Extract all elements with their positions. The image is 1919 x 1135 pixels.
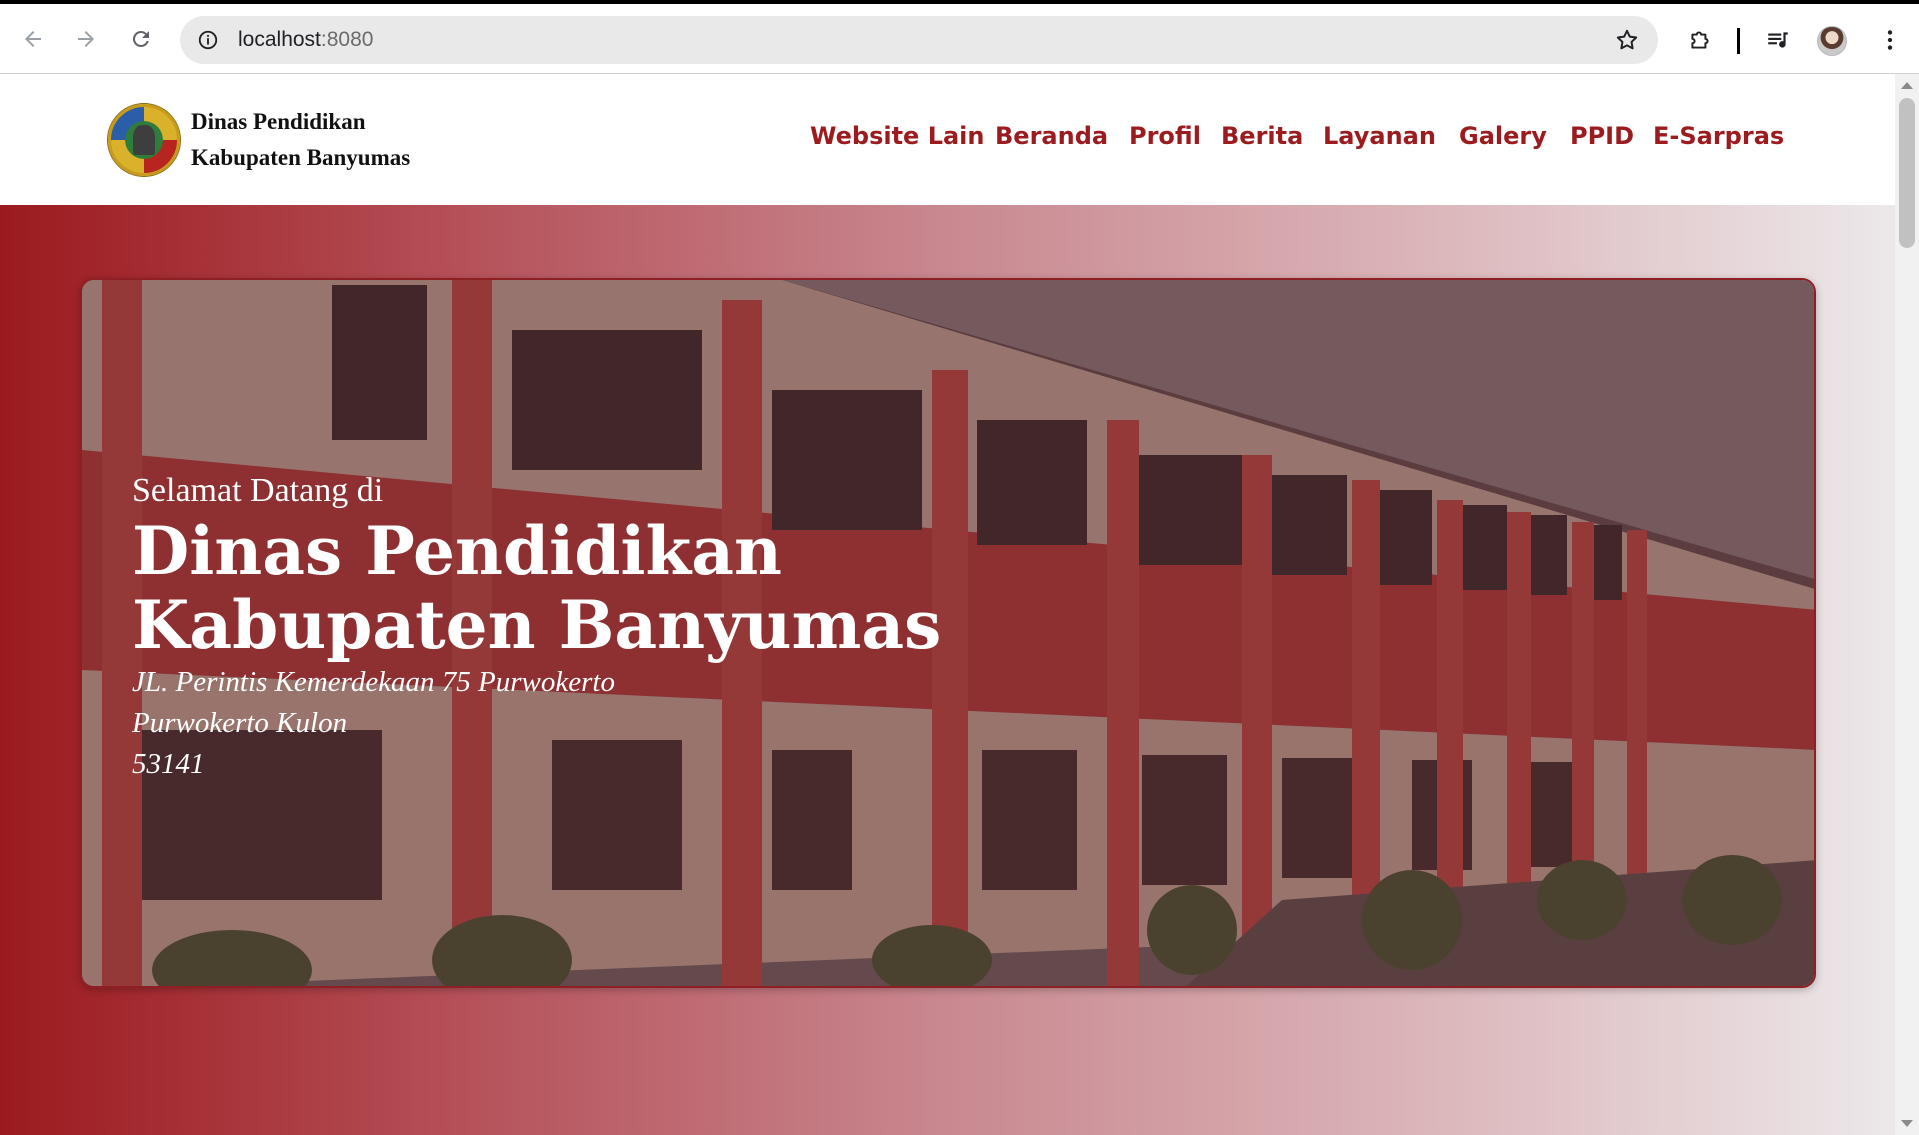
media-controls-button[interactable] <box>1764 26 1792 54</box>
url-port: :8080 <box>320 28 374 51</box>
nav-profil[interactable]: Profil <box>1129 122 1201 150</box>
forward-button[interactable] <box>71 24 101 54</box>
scroll-down-arrow[interactable] <box>1901 1120 1913 1127</box>
nav-galery[interactable]: Galery <box>1459 122 1547 150</box>
url-text[interactable]: localhost:8080 <box>238 28 373 52</box>
nav-e-sarpras[interactable]: E-Sarpras <box>1653 122 1784 150</box>
kebab-icon <box>1887 30 1893 50</box>
hero-title-line-2: Kabupaten Banyumas <box>132 586 942 664</box>
reload-icon <box>132 30 149 47</box>
info-icon <box>198 30 218 50</box>
browser-menu-button[interactable] <box>1876 26 1904 54</box>
nav-ppid[interactable]: PPID <box>1570 122 1634 150</box>
nav-layanan[interactable]: Layanan <box>1323 122 1436 150</box>
hero-banner: Selamat Datang di Dinas Pendidikan Kabup… <box>80 278 1816 988</box>
browser-toolbar: localhost:8080 <box>0 0 1919 74</box>
url-host: localhost <box>238 28 321 51</box>
address-line-3: 53141 <box>132 748 205 780</box>
playlist-icon <box>1768 32 1788 48</box>
extensions-button[interactable] <box>1686 26 1714 54</box>
nav-berita[interactable]: Berita <box>1221 122 1303 150</box>
page-viewport: Dinas Pendidikan Kabupaten Banyumas Webs… <box>0 74 1919 1135</box>
hero-address: JL. Perintis Kemerdekaan 75 Purwokerto P… <box>132 662 941 785</box>
hero-greeting: Selamat Datang di <box>132 472 384 509</box>
arrow-right-icon <box>78 31 94 47</box>
hero-title: Dinas Pendidikan Kabupaten Banyumas <box>132 514 941 662</box>
hero-text: Selamat Datang di Dinas Pendidikan Kabup… <box>132 470 941 785</box>
toolbar-divider <box>1737 28 1740 54</box>
main-nav: Website Lain Beranda Profil Berita Layan… <box>0 122 1895 162</box>
address-line-2: Purwokerto Kulon <box>132 707 348 739</box>
arrow-left-icon <box>25 31 41 47</box>
puzzle-icon <box>1691 31 1709 49</box>
scrollbar-thumb[interactable] <box>1899 98 1915 248</box>
avatar[interactable] <box>1817 26 1847 56</box>
page-scrollbar[interactable] <box>1895 74 1919 1135</box>
reload-button[interactable] <box>126 24 156 54</box>
star-icon[interactable] <box>1614 27 1640 53</box>
scroll-up-arrow[interactable] <box>1901 82 1913 89</box>
site-header: Dinas Pendidikan Kabupaten Banyumas Webs… <box>0 74 1895 205</box>
nav-website-lain[interactable]: Website Lain <box>810 122 985 150</box>
hero-title-line-1: Dinas Pendidikan <box>132 512 782 590</box>
address-line-1: JL. Perintis Kemerdekaan 75 Purwokerto <box>132 666 615 698</box>
back-button[interactable] <box>18 24 48 54</box>
address-bar[interactable]: localhost:8080 <box>180 16 1658 64</box>
nav-beranda[interactable]: Beranda <box>995 122 1108 150</box>
site-info-button[interactable] <box>194 26 222 54</box>
